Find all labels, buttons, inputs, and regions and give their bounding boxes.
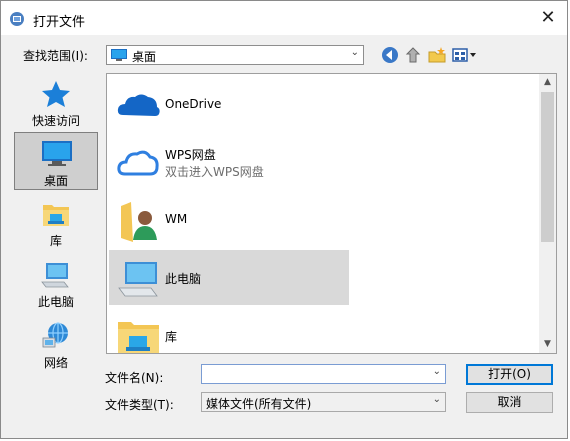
look-in-value: 桌面 <box>132 50 157 64</box>
filename-input[interactable]: ⌄ <box>201 364 446 384</box>
places-bar: 快速访问 桌面 库 此电脑 网络 <box>13 73 100 370</box>
new-folder-icon[interactable] <box>426 45 448 65</box>
place-this-pc[interactable]: 此电脑 <box>14 254 98 312</box>
open-button[interactable]: 打开(O) <box>466 364 553 385</box>
app-icon <box>10 12 24 26</box>
close-button[interactable]: ✕ <box>537 8 559 30</box>
library-icon <box>118 322 159 353</box>
place-label: 网络 <box>43 356 68 370</box>
open-file-dialog: 打开文件 ✕ 查找范围(I): 桌面 ⌄ 快速访问 桌面 库 此电脑 网络 On… <box>0 0 568 439</box>
view-menu-icon[interactable] <box>451 45 477 65</box>
onedrive-cloud-icon <box>117 94 160 116</box>
file-name: 库 <box>165 330 178 344</box>
place-label: 库 <box>49 234 62 248</box>
back-icon[interactable] <box>379 45 401 65</box>
monitor-icon <box>42 141 72 166</box>
star-icon <box>42 81 70 107</box>
list-item[interactable]: WM <box>109 192 349 247</box>
file-subtitle: 双击进入WPS网盘 <box>165 165 264 179</box>
scroll-down-icon[interactable]: ▼ <box>539 336 556 353</box>
monitor-icon <box>111 49 127 61</box>
library-icon <box>43 205 69 226</box>
filetype-dropdown[interactable]: 媒体文件(所有文件) ⌄ <box>201 392 446 412</box>
look-in-label: 查找范围(I): <box>23 49 88 63</box>
filetype-value: 媒体文件(所有文件) <box>206 397 312 411</box>
place-label: 快速访问 <box>31 114 80 128</box>
place-library[interactable]: 库 <box>14 193 98 251</box>
list-item[interactable]: WPS网盘 双击进入WPS网盘 <box>109 134 349 189</box>
file-name: 此电脑 <box>165 272 202 286</box>
list-item[interactable]: 此电脑 <box>109 250 349 305</box>
place-label: 桌面 <box>43 174 68 188</box>
cancel-button[interactable]: 取消 <box>466 392 553 413</box>
scroll-up-icon[interactable]: ▲ <box>539 74 556 91</box>
up-folder-icon[interactable] <box>403 45 425 65</box>
chevron-down-icon: ⌄ <box>350 47 359 58</box>
place-desktop[interactable]: 桌面 <box>14 132 98 190</box>
user-folder-icon <box>121 202 157 242</box>
computer-icon <box>118 262 158 297</box>
place-label: 此电脑 <box>37 295 74 309</box>
file-list[interactable]: OneDrive WPS网盘 双击进入WPS网盘 WM 此电脑 库 ▲ ▼ <box>106 73 557 354</box>
chevron-down-icon[interactable]: ⌄ <box>433 366 441 377</box>
file-name: WPS网盘 <box>165 148 216 162</box>
title-bar: 打开文件 ✕ <box>1 1 567 35</box>
network-icon <box>42 322 68 348</box>
file-name: OneDrive <box>165 97 222 111</box>
look-in-dropdown[interactable]: 桌面 ⌄ <box>106 45 364 65</box>
computer-icon <box>41 263 69 288</box>
place-quick-access[interactable]: 快速访问 <box>14 73 98 131</box>
list-item[interactable]: OneDrive <box>109 77 349 132</box>
close-icon: ✕ <box>540 7 556 28</box>
vertical-scrollbar[interactable]: ▲ ▼ <box>539 74 556 353</box>
file-name: WM <box>165 212 188 226</box>
list-item[interactable]: 库 <box>109 308 349 353</box>
window-title: 打开文件 <box>33 15 86 30</box>
place-network[interactable]: 网络 <box>14 315 98 373</box>
filetype-label: 文件类型(T): <box>105 398 174 412</box>
scroll-thumb[interactable] <box>541 92 554 242</box>
chevron-down-icon: ⌄ <box>432 394 441 405</box>
filename-label: 文件名(N): <box>105 371 164 385</box>
wps-cloud-icon <box>117 150 159 176</box>
